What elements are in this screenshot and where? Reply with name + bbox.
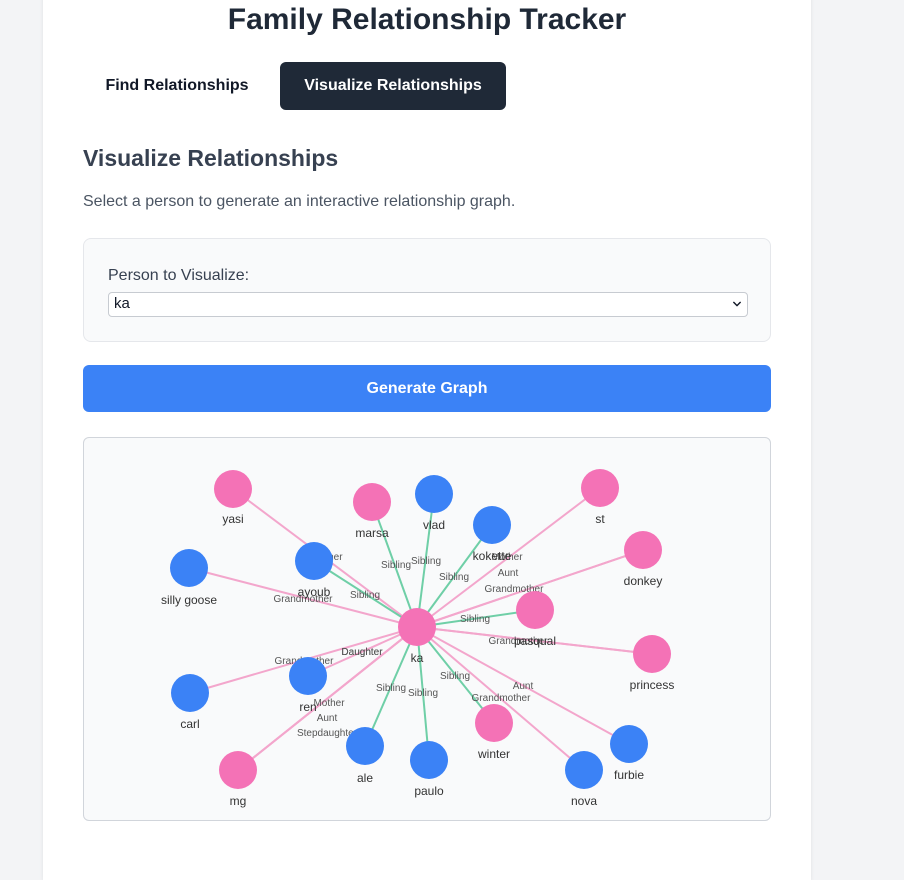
graph-node-winter[interactable] <box>475 704 513 742</box>
graph-node-label: ren <box>299 700 316 714</box>
graph-node-vlad[interactable] <box>415 475 453 513</box>
graph-node-label: pasqual <box>514 634 556 648</box>
graph-node-st[interactable] <box>581 469 619 507</box>
graph-node-carl[interactable] <box>171 674 209 712</box>
graph-edge-label: Sibling <box>350 590 380 601</box>
graph-node-label: ayoub <box>298 585 331 599</box>
graph-node-label: donkey <box>624 574 663 588</box>
graph-node-label: nova <box>571 794 597 808</box>
person-select-label: Person to Visualize: <box>108 267 250 284</box>
section-title: Visualize Relationships <box>83 145 339 171</box>
graph-edge-label: Grandmother <box>472 693 532 704</box>
graph-node-label: vlad <box>423 518 445 532</box>
graph-edge-label: Aunt <box>513 681 534 692</box>
graph-edge-label: Sibling <box>460 614 490 625</box>
graph-node-label: silly goose <box>161 593 217 607</box>
graph-node-label: furbie <box>614 768 644 782</box>
graph-edge-label: Sibling <box>440 671 470 682</box>
relationship-graph-canvas[interactable]: MotherSiblingSiblingSiblingMotherGrandmo… <box>84 438 770 820</box>
graph-node-ka[interactable] <box>398 608 436 646</box>
graph-node-label: kokette <box>473 549 512 563</box>
section-description: Select a person to generate an interacti… <box>83 193 516 210</box>
app-title: Family Relationship Tracker <box>227 3 627 36</box>
graph-edge-label: Sibling <box>381 560 411 571</box>
graph-node-kokette[interactable] <box>473 506 511 544</box>
graph-edge-label: Daughter <box>341 647 383 658</box>
graph-node-marsa[interactable] <box>353 483 391 521</box>
graph-node-label: marsa <box>355 526 389 540</box>
main-card: Family Relationship Tracker Find Relatio… <box>43 0 811 880</box>
graph-node-label: st <box>595 512 605 526</box>
graph-node-label: mg <box>230 794 247 808</box>
relationship-graph[interactable]: MotherSiblingSiblingSiblingMotherGrandmo… <box>83 437 771 821</box>
graph-node-paulo[interactable] <box>410 741 448 779</box>
graph-edge-label: Sibling <box>376 683 406 694</box>
tab-visualize-relationships[interactable]: Visualize Relationships <box>280 62 506 110</box>
graph-node-donkey[interactable] <box>624 531 662 569</box>
graph-edge-label: Sibling <box>439 572 469 583</box>
graph-edge-label: Sibling <box>411 556 441 567</box>
graph-edge-label: Mother <box>313 698 345 709</box>
graph-node-ale[interactable] <box>346 727 384 765</box>
graph-node-label: ka <box>411 651 424 665</box>
person-select-panel: Person to Visualize: ka <box>83 238 771 342</box>
graph-node-yasi[interactable] <box>214 470 252 508</box>
graph-node-label: yasi <box>222 512 243 526</box>
graph-node-label: winter <box>477 747 510 761</box>
tab-find-relationships[interactable]: Find Relationships <box>83 62 271 110</box>
graph-node-furbie[interactable] <box>610 725 648 763</box>
graph-node-pasqual[interactable] <box>516 591 554 629</box>
graph-node-ren[interactable] <box>289 657 327 695</box>
graph-node-silly-goose[interactable] <box>170 549 208 587</box>
person-select[interactable]: ka <box>108 292 748 317</box>
graph-node-mg[interactable] <box>219 751 257 789</box>
graph-node-label: carl <box>180 717 199 731</box>
graph-node-label: princess <box>630 678 675 692</box>
graph-node-princess[interactable] <box>633 635 671 673</box>
graph-edge-label: Aunt <box>498 568 519 579</box>
graph-node-label: paulo <box>414 784 444 798</box>
generate-graph-button[interactable]: Generate Graph <box>83 365 771 412</box>
person-select-value: ka <box>114 295 130 312</box>
graph-edge-label: Sibling <box>408 688 438 699</box>
graph-node-ayoub[interactable] <box>295 542 333 580</box>
chevron-down-icon <box>733 301 741 307</box>
graph-edge-label: Aunt <box>317 713 338 724</box>
graph-node-label: ale <box>357 771 373 785</box>
graph-node-nova[interactable] <box>565 751 603 789</box>
